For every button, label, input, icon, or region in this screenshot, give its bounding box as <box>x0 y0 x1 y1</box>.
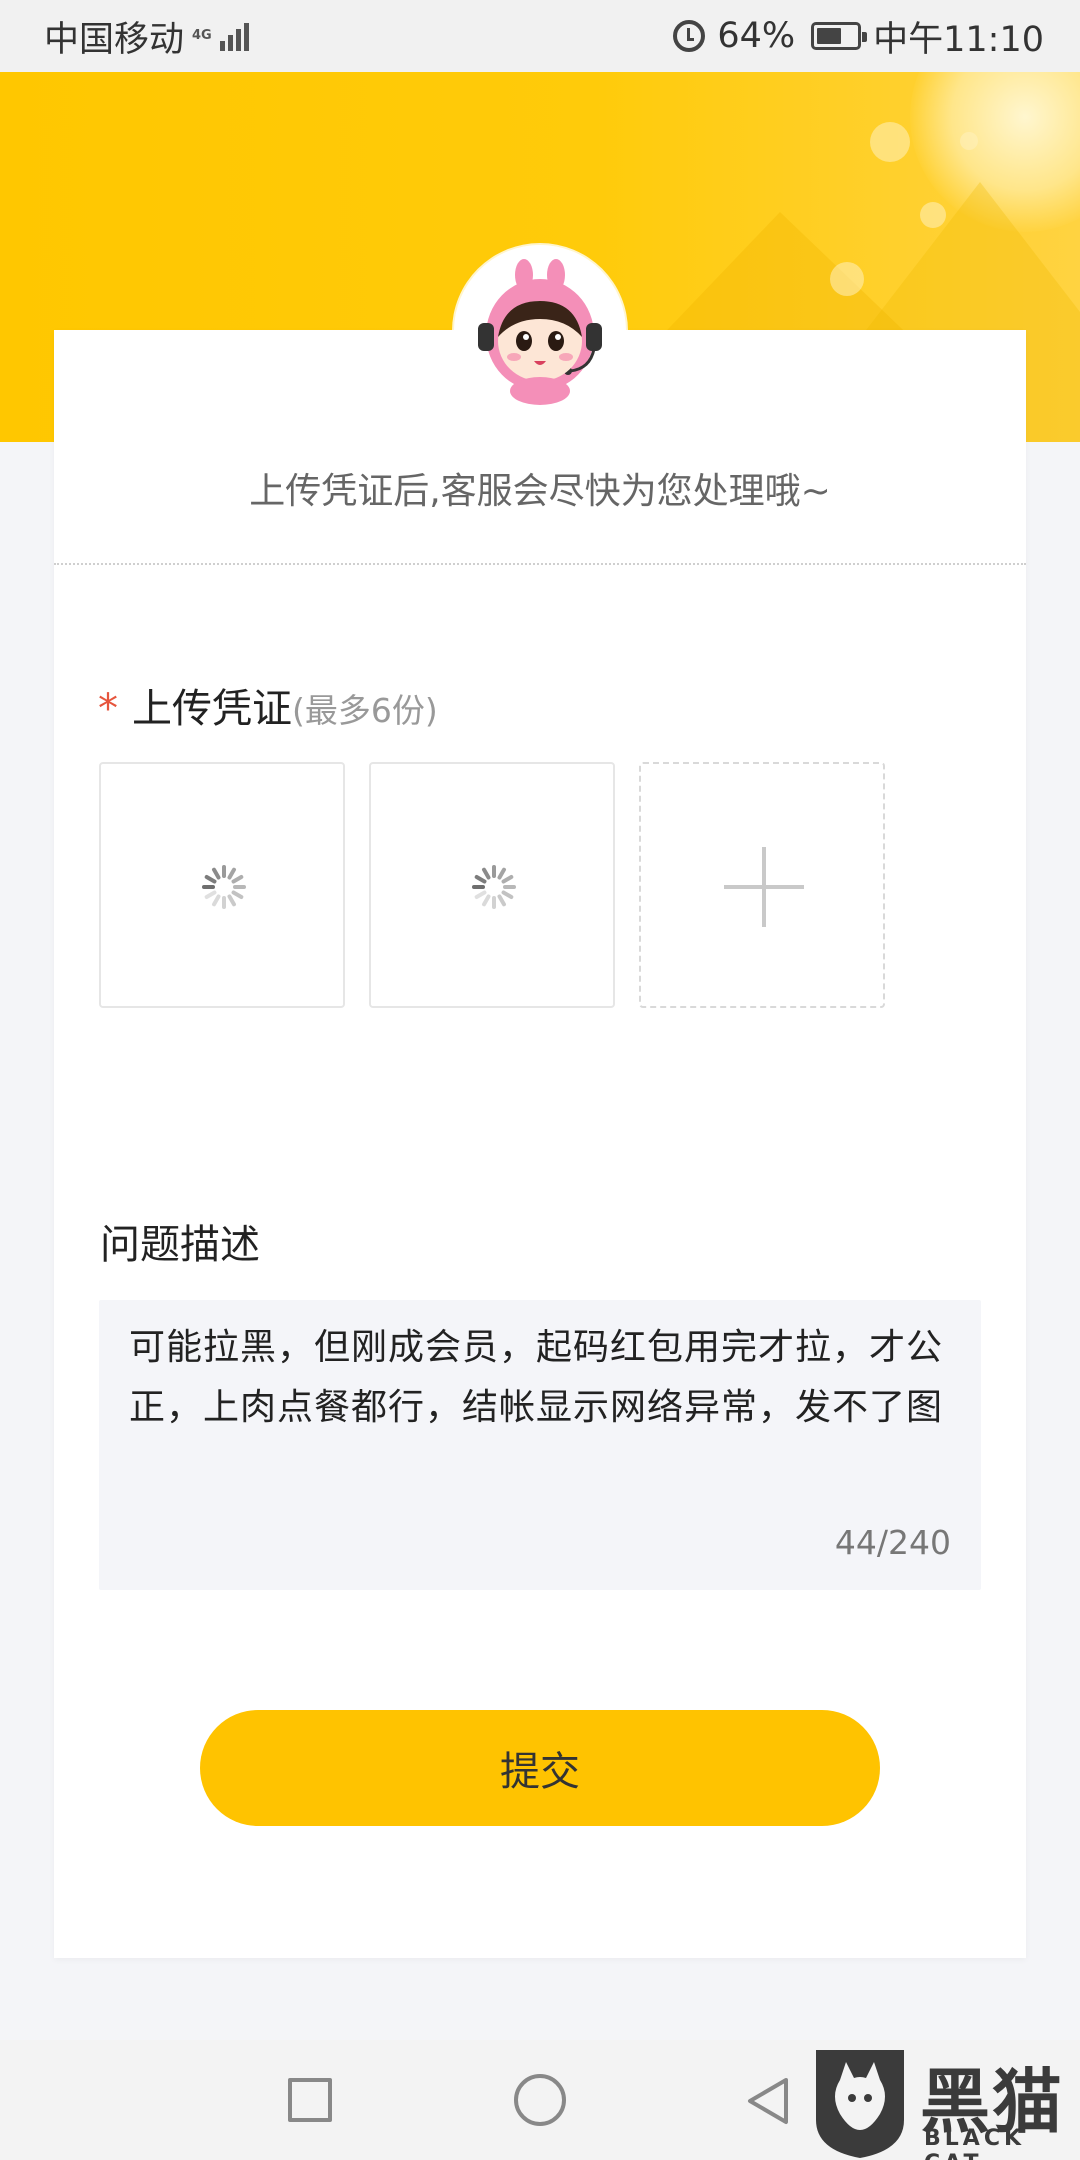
status-right: 64% 中午11:10 <box>673 11 1044 62</box>
submit-button[interactable]: 提交 <box>200 1710 880 1826</box>
upload-section-title: * 上传凭证 (最多6份) <box>98 676 438 734</box>
watermark-en: BLACK CAT <box>924 2126 1026 2160</box>
add-image-button[interactable] <box>639 762 885 1008</box>
back-button[interactable] <box>742 2074 796 2128</box>
customer-service-avatar <box>454 245 626 417</box>
network-type-label: 4G <box>192 28 212 43</box>
status-left: 中国移动 4G <box>44 11 249 62</box>
cat-logo-icon <box>816 2050 904 2158</box>
bubble-decoration <box>870 122 910 162</box>
uploaded-image-slot[interactable] <box>99 762 345 1008</box>
bubble-decoration <box>830 262 864 296</box>
home-button[interactable] <box>514 2074 566 2126</box>
signal-strength-icon <box>219 21 249 51</box>
clock: 中午11:10 <box>873 19 1044 60</box>
watermark: 黑猫 BLACK CAT <box>810 2040 1080 2160</box>
loading-spinner-icon <box>202 865 246 909</box>
battery-icon <box>811 22 868 50</box>
carrier-name: 中国移动 <box>44 19 185 60</box>
description-textarea[interactable]: 可能拉黑，但刚成会员，起码红包用完才拉，才公正，上肉点餐都行，结帐显示网络异常，… <box>99 1300 981 1590</box>
bubble-decoration <box>920 202 946 228</box>
recent-apps-button[interactable] <box>288 2078 332 2122</box>
required-mark: * <box>98 686 118 732</box>
battery-percent: 64% <box>717 16 796 56</box>
network-type-icon: 4G <box>192 29 212 43</box>
uploaded-image-slot[interactable] <box>369 762 615 1008</box>
alarm-icon <box>673 20 706 52</box>
battery-level <box>817 28 842 44</box>
status-bar: 中国移动 4G 64% 中午11:10 <box>0 0 1080 72</box>
bubble-decoration <box>960 132 978 150</box>
section-divider <box>54 563 1026 565</box>
description-label: 问题描述 <box>100 1222 260 1268</box>
upload-label: 上传凭证 <box>132 686 292 732</box>
upload-limit-hint: (最多6份) <box>292 691 438 730</box>
plus-icon <box>762 847 766 927</box>
tagline: 上传凭证后,客服会尽快为您处理哦~ <box>249 471 831 512</box>
description-text[interactable]: 可能拉黑，但刚成会员，起码红包用完才拉，才公正，上肉点餐都行，结帐显示网络异常，… <box>129 1318 949 1438</box>
loading-spinner-icon <box>472 865 516 909</box>
mascot-icon <box>454 245 626 417</box>
character-counter: 44/240 <box>834 1523 951 1562</box>
